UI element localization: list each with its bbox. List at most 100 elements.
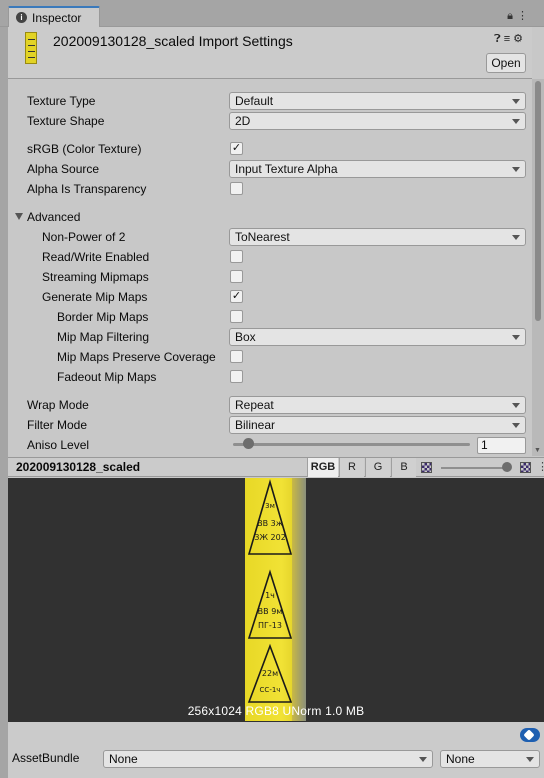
texture-type-dropdown[interactable]: Default: [229, 92, 526, 110]
asset-bundle-name-value: None: [109, 752, 138, 766]
mip-map-filtering-value: Box: [235, 330, 256, 344]
channel-r-button[interactable]: R: [339, 458, 364, 477]
read-write-label: Read/Write Enabled: [42, 250, 150, 264]
chevron-down-icon: [512, 167, 520, 172]
fadeout-mip-maps-checkbox[interactable]: [230, 370, 243, 383]
aniso-level-label: Aniso Level: [27, 438, 90, 452]
mip-map-filtering-label: Mip Map Filtering: [57, 330, 150, 344]
channel-g-button[interactable]: G: [365, 458, 390, 477]
texture-glyph: ВВ 9м: [258, 607, 283, 616]
texture-glyph: ВВ 3ж: [257, 519, 283, 528]
non-power-of-2-label: Non-Power of 2: [42, 230, 126, 244]
texture-shape-label: Texture Shape: [27, 114, 105, 128]
settings-icon[interactable]: ⚙︎: [513, 33, 526, 45]
info-icon: i: [16, 12, 27, 23]
generate-mip-maps-label: Generate Mip Maps: [42, 290, 148, 304]
tab-inspector-label: Inspector: [32, 11, 82, 25]
scroll-down-arrow-icon[interactable]: ▼: [534, 447, 541, 454]
chevron-down-icon: [512, 235, 520, 240]
wrap-mode-dropdown[interactable]: Repeat: [229, 396, 526, 414]
header-icons: ❓︎≡⚙︎: [494, 32, 526, 46]
filter-mode-dropdown[interactable]: Bilinear: [229, 416, 526, 434]
import-settings-header: 202009130128_scaled Import Settings ❓︎≡⚙…: [8, 27, 532, 79]
channel-b-button[interactable]: B: [391, 458, 416, 477]
help-icon[interactable]: ❓︎: [494, 33, 504, 45]
foldout-expanded-icon[interactable]: [15, 213, 23, 220]
left-window-strip: [0, 27, 8, 778]
mip-maps-preserve-coverage-label: Mip Maps Preserve Coverage: [57, 350, 216, 364]
tab-inspector[interactable]: i Inspector: [8, 6, 100, 27]
mip-maps-preserve-coverage-checkbox[interactable]: [230, 350, 243, 363]
inspector-scrollbar[interactable]: ▼: [532, 79, 544, 456]
tab-window-controls: 🔒︎⋮: [507, 9, 532, 23]
alpha-is-transparency-checkbox[interactable]: [230, 182, 243, 195]
filter-mode-value: Bilinear: [235, 418, 276, 432]
scrollbar-thumb[interactable]: [535, 81, 541, 321]
chevron-down-icon: [512, 423, 520, 428]
page-title: 202009130128_scaled Import Settings: [53, 33, 293, 49]
asset-bundle-name-dropdown[interactable]: None: [103, 750, 433, 768]
texture-type-label: Texture Type: [27, 94, 96, 108]
streaming-mipmaps-label: Streaming Mipmaps: [42, 270, 149, 284]
aniso-level-field[interactable]: 1: [477, 437, 526, 454]
chevron-down-icon: [526, 757, 534, 762]
texture-edge: [292, 478, 306, 721]
alpha-is-transparency-label: Alpha Is Transparency: [27, 182, 147, 196]
texture-type-value: Default: [235, 94, 274, 108]
texture-glyph: СС-1ч: [260, 686, 281, 694]
channel-rgb-button[interactable]: RGB: [307, 458, 338, 477]
chevron-down-icon: [512, 119, 520, 124]
chevron-down-icon: [419, 757, 427, 762]
texture-shape-value: 2D: [235, 114, 251, 128]
texture-shape-dropdown[interactable]: 2D: [229, 112, 526, 130]
wrap-mode-value: Repeat: [235, 398, 274, 412]
chevron-down-icon: [512, 335, 520, 340]
texture-glyph: 1ч: [265, 591, 275, 600]
asset-bundle-variant-value: None: [446, 752, 475, 766]
preview-title: 202009130128_scaled: [16, 460, 141, 474]
alpha-checker-icon[interactable]: [421, 462, 432, 473]
open-button[interactable]: Open: [486, 53, 526, 73]
generate-mip-maps-checkbox[interactable]: ✓: [230, 290, 243, 303]
texture-glyph: ПГ-13: [258, 621, 282, 630]
texture-image: 3м ВВ 3ж ЗЖ 202 1ч ВВ 9м ПГ-13 22м СС-1ч: [245, 478, 306, 721]
texture-thumbnail: [25, 32, 37, 64]
filter-mode-label: Filter Mode: [27, 418, 88, 432]
streaming-mipmaps-checkbox[interactable]: [230, 270, 243, 283]
srgb-label: sRGB (Color Texture): [27, 142, 142, 156]
texture-info-text: 256x1024 RGB8 UNorm 1.0 MB: [187, 704, 365, 718]
preview-menu-icon[interactable]: ⋮: [537, 460, 544, 473]
asset-bundle-section: AssetBundle None None: [8, 722, 544, 778]
srgb-checkbox[interactable]: ✓: [230, 142, 243, 155]
aniso-level-slider-handle[interactable]: [243, 438, 254, 449]
label-tag-icon[interactable]: [520, 728, 540, 742]
alpha-source-label: Alpha Source: [27, 162, 100, 176]
border-mip-maps-checkbox[interactable]: [230, 310, 243, 323]
non-power-of-2-dropdown[interactable]: ToNearest: [229, 228, 526, 246]
mip-level-slider[interactable]: [441, 467, 506, 469]
texture-preview: 3м ВВ 3ж ЗЖ 202 1ч ВВ 9м ПГ-13 22м СС-1ч 256x10…: [8, 478, 544, 722]
border-mip-maps-label: Border Mip Maps: [57, 310, 149, 324]
asset-bundle-variant-dropdown[interactable]: None: [440, 750, 540, 768]
mip-map-filtering-dropdown[interactable]: Box: [229, 328, 526, 346]
alpha-source-value: Input Texture Alpha: [235, 162, 338, 176]
tab-bar: i Inspector 🔒︎⋮: [0, 0, 544, 27]
asset-bundle-label: AssetBundle: [12, 751, 80, 765]
menu-dots-icon[interactable]: ⋮: [517, 10, 532, 22]
lock-icon[interactable]: 🔒︎: [507, 10, 517, 22]
mip-checker-icon: [520, 462, 531, 473]
non-power-of-2-value: ToNearest: [235, 230, 290, 244]
chevron-down-icon: [512, 403, 520, 408]
texture-glyph: 22м: [262, 669, 278, 678]
chevron-down-icon: [512, 99, 520, 104]
advanced-foldout[interactable]: Advanced: [27, 208, 80, 226]
warning-triangle-1: [247, 479, 293, 555]
preview-toolbar: 202009130128_scaled RGB R G B ⋮: [8, 457, 544, 477]
wrap-mode-label: Wrap Mode: [27, 398, 89, 412]
presets-icon[interactable]: ≡: [504, 33, 513, 45]
texture-glyph: ЗЖ 202: [254, 533, 286, 542]
read-write-checkbox[interactable]: [230, 250, 243, 263]
alpha-source-dropdown[interactable]: Input Texture Alpha: [229, 160, 526, 178]
aniso-level-slider[interactable]: [233, 443, 470, 446]
mip-level-slider-handle[interactable]: [502, 462, 512, 472]
